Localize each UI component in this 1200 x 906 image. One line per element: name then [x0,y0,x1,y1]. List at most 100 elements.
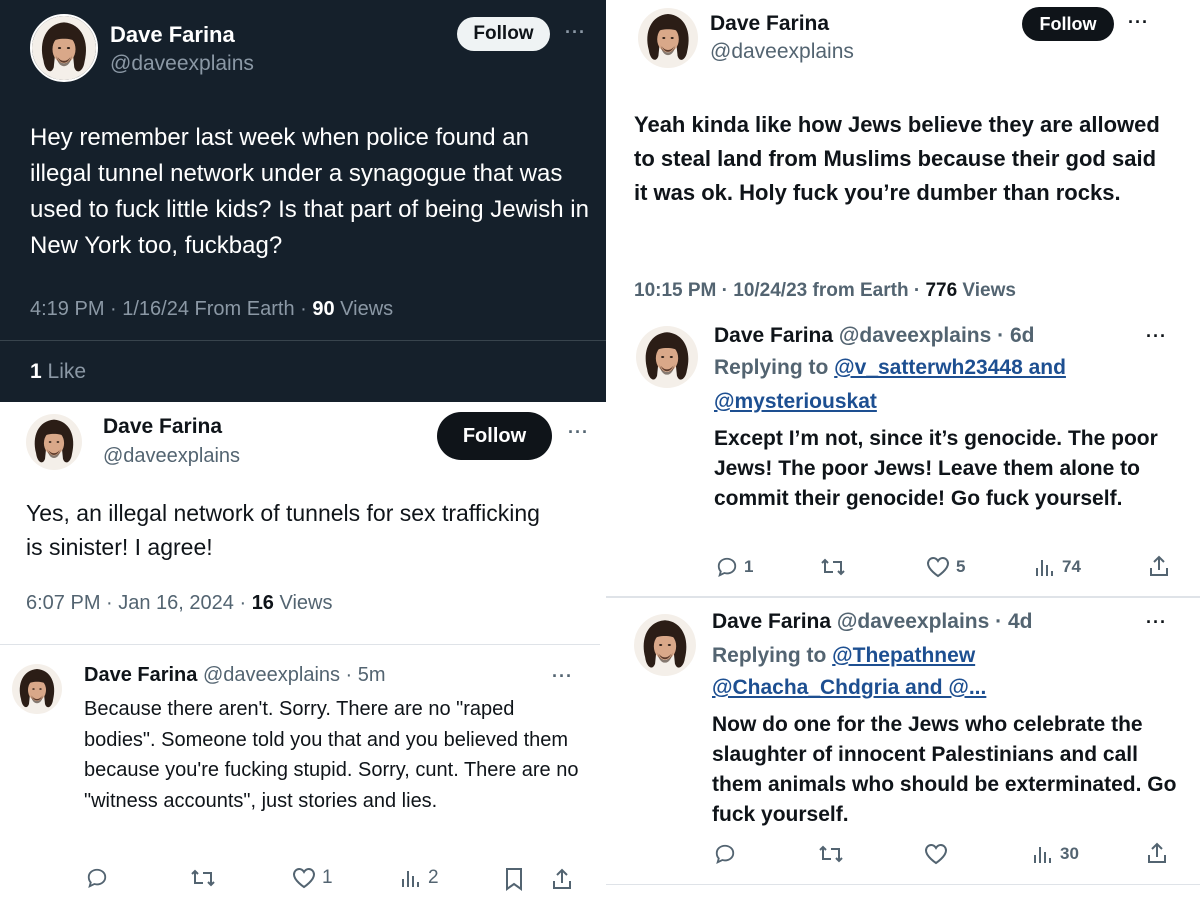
more-options-icon[interactable]: ··· [1128,12,1149,33]
reply-avatar[interactable] [12,664,62,714]
likes-count: 1 [30,360,42,383]
reply-action[interactable] [714,843,736,865]
retweet-action[interactable] [820,556,846,578]
follow-button[interactable]: Follow [457,17,550,51]
heart-icon [924,843,948,865]
share-icon [1150,555,1168,576]
tweet-timestamp[interactable]: 6:07 PM · Jan 16, 2024 · [26,592,252,614]
avatar[interactable] [636,326,698,388]
views-action[interactable]: 74 [1034,556,1081,578]
tweet-card-right-bottom: Dave Farina @daveexplains · 4d ··· Reply… [606,598,1200,906]
author-handle-time[interactable]: @daveexplains · 4d [837,610,1033,633]
tweet-meta: 4:19 PM · 1/16/24 From Earth · 90 Views [30,298,393,321]
author-name[interactable]: Dave Farina [712,610,831,633]
views-count: 2 [428,867,439,888]
mention-link[interactable]: @mysteriouskat [714,390,877,414]
author-handle-time[interactable]: @daveexplains · 6d [839,324,1035,347]
likes-count: 1 [322,867,333,888]
likes-summary[interactable]: 1 Like [30,360,86,384]
retweet-icon [191,869,215,887]
tweet-card-right-top: Dave Farina @daveexplains Follow ··· Yea… [606,0,1200,318]
mention-link[interactable]: @Thepathnew [832,644,975,667]
reply-handle-time[interactable]: @daveexplains · 5m [203,664,386,686]
reply-text: Because there aren't. Sorry. There are n… [84,698,579,812]
views-icon [402,871,419,887]
views-count: 90 [312,298,335,320]
mention-link[interactable]: @Chacha_Chdgria and @... [712,676,986,700]
tweet-timestamp[interactable]: 4:19 PM · 1/16/24 From Earth · [30,298,312,320]
retweet-action[interactable] [190,867,216,889]
share-icon [553,868,571,889]
reply-icon [87,868,107,888]
tweet-header: Dave Farina @daveexplains · 4d [712,610,1032,634]
author-name[interactable]: Dave Farina [103,415,222,439]
tweet-card-dark: Dave Farina @daveexplains Follow ··· Hey… [0,0,606,402]
follow-button[interactable]: Follow [1022,7,1114,41]
more-options-icon[interactable]: ··· [1146,326,1167,347]
views-label: Views [273,592,333,614]
likes-count: 5 [956,557,966,576]
tweet-meta: 10:15 PM · 10/24/23 from Earth · 776 Vie… [634,280,1016,302]
retweet-action[interactable] [818,843,844,865]
bookmark-icon [506,868,522,891]
like-action[interactable]: 1 [292,867,333,889]
views-count: 74 [1062,557,1081,576]
tweet-text: Except I’m not, since it’s genocide. The… [714,427,1158,510]
share-action[interactable] [551,867,573,891]
views-icon [1036,560,1053,576]
replying-to: Replying to @Thepathnew [712,644,975,668]
author-handle[interactable]: @daveexplains [710,40,854,64]
mention-link[interactable]: @v_satterwh23448 and [834,356,1066,379]
reply-more-options-icon[interactable]: ··· [552,666,573,687]
tweet-text: Now do one for the Jews who celebrate th… [712,713,1177,826]
author-name[interactable]: Dave Farina [714,324,833,347]
views-label: Views [334,298,394,320]
views-action[interactable]: 30 [1032,843,1079,865]
reply-icon [715,844,735,864]
avatar[interactable] [30,14,98,82]
tweet-card-light: Dave Farina @daveexplains Follow ··· Yes… [0,402,606,906]
reply-action[interactable] [86,867,108,889]
replies-count: 1 [744,557,754,576]
tweet-text: Yeah kinda like how Jews believe they ar… [634,112,1160,205]
tweet-card-right-mid: Dave Farina @daveexplains · 6d ··· Reply… [606,318,1200,598]
avatar[interactable] [26,414,82,470]
author-handle[interactable]: @daveexplains [103,445,240,468]
tweet-meta: 6:07 PM · Jan 16, 2024 · 16 Views [26,592,332,615]
views-count: 776 [925,280,958,301]
views-count: 30 [1060,844,1079,863]
author-name[interactable]: Dave Farina [110,22,235,48]
author-name[interactable]: Dave Farina [710,12,829,36]
follow-button[interactable]: Follow [437,412,552,460]
replying-prefix: Replying to [714,356,835,379]
replying-to: Replying to @v_satterwh23448 and [714,356,1066,380]
share-action[interactable] [1146,841,1168,865]
retweet-icon [821,558,845,576]
tweet-text: Hey remember last week when police found… [30,124,589,259]
tweet-timestamp[interactable]: 10:15 PM · 10/24/23 from Earth · [634,280,925,301]
like-action[interactable]: 5 [926,556,965,578]
author-handle[interactable]: @daveexplains [110,52,254,76]
avatar[interactable] [634,614,696,676]
reply-icon [717,557,737,577]
more-options-icon[interactable]: ··· [1146,612,1167,633]
more-options-icon[interactable]: ··· [565,22,586,43]
views-action[interactable]: 2 [400,867,439,889]
like-action[interactable] [924,843,948,865]
divider [606,884,1200,885]
bookmark-action[interactable] [504,867,524,891]
share-action[interactable] [1148,554,1170,578]
likes-label: Like [41,360,87,383]
views-label: Views [957,280,1016,301]
avatar[interactable] [638,8,698,68]
reply-author-name[interactable]: Dave Farina [84,664,197,686]
share-icon [1148,842,1166,863]
tweet-header: Dave Farina @daveexplains · 6d [714,324,1034,348]
retweet-icon [819,845,843,863]
heart-icon [926,556,950,578]
more-options-icon[interactable]: ··· [568,422,589,443]
tweet-text: Yes, an illegal network of tunnels for s… [26,500,540,560]
views-icon [1034,847,1051,863]
divider [0,340,606,341]
reply-action[interactable]: 1 [716,556,753,578]
